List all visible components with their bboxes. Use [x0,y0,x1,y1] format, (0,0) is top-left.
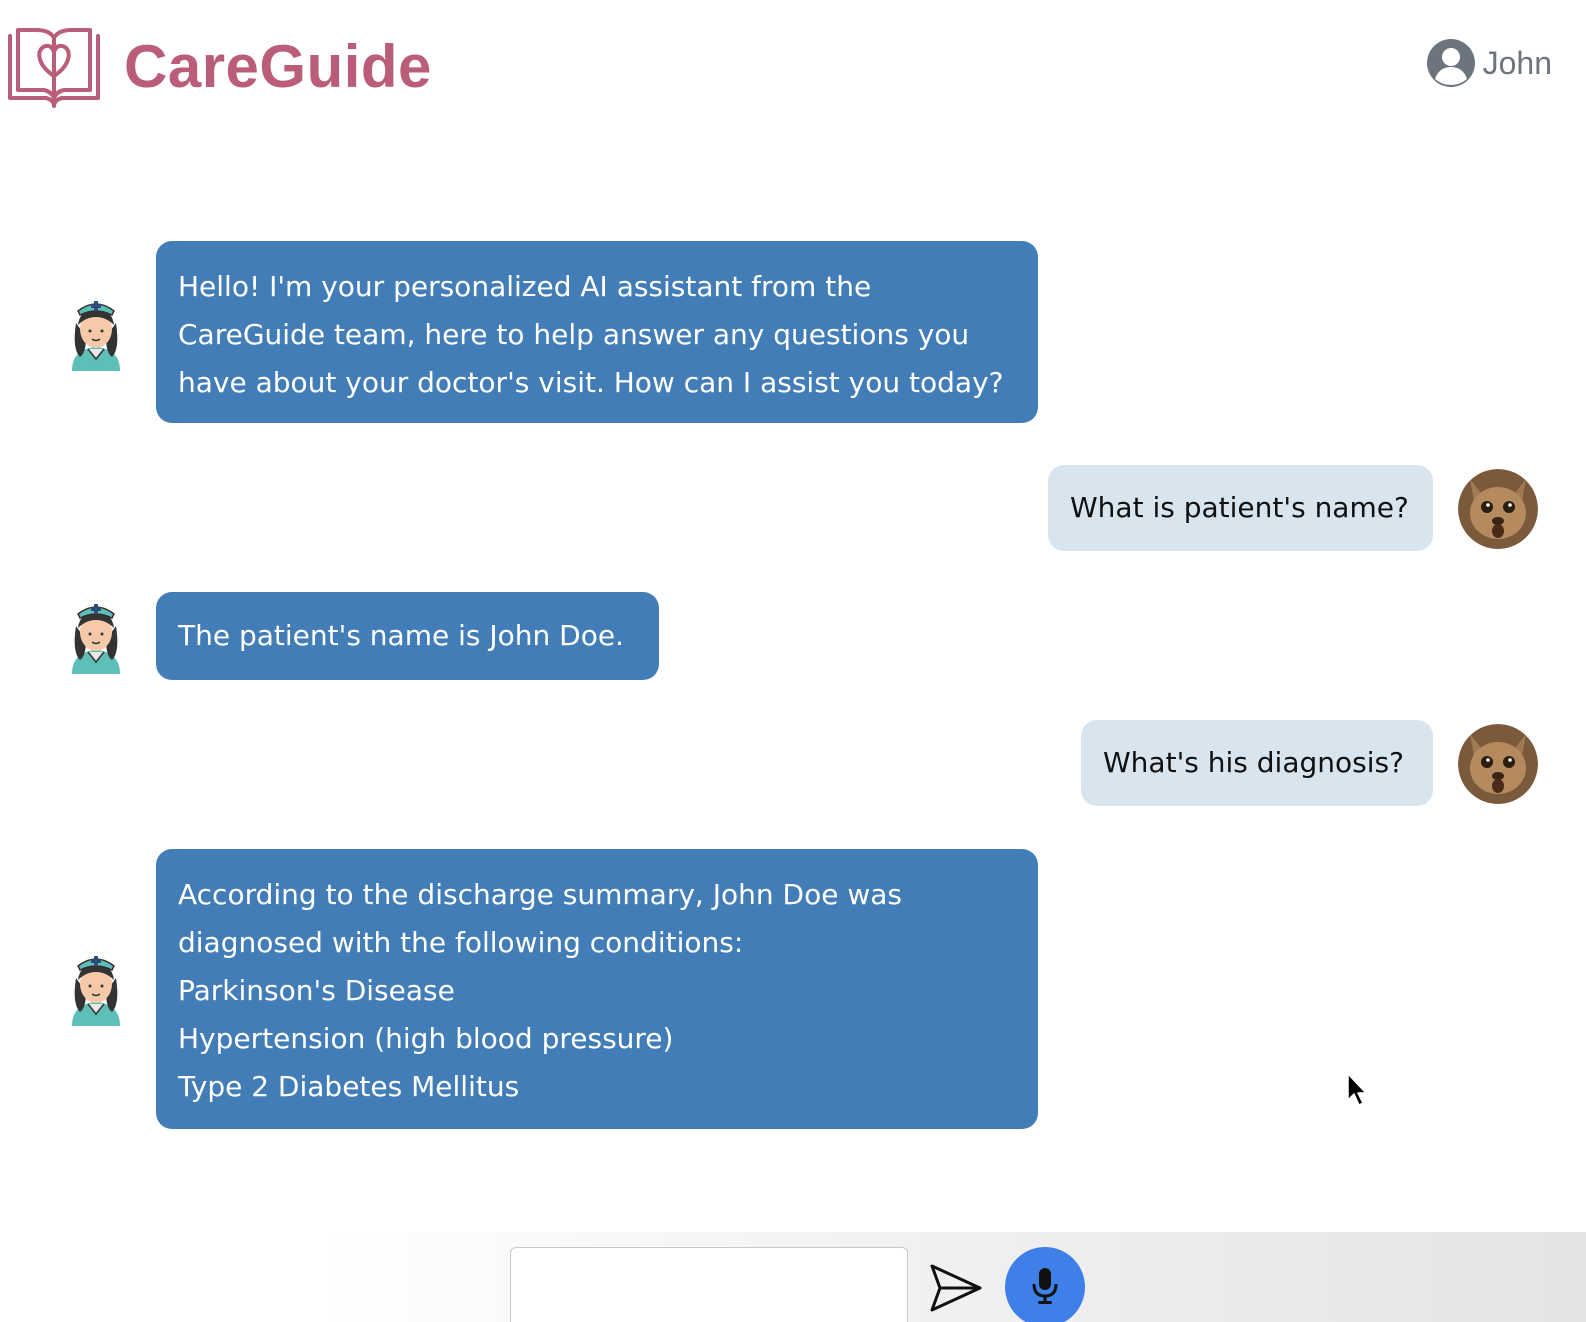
user-message: What is patient's name? [1048,465,1433,551]
message-line: CareGuide team, here to help answer any … [178,318,970,351]
message-input[interactable] [510,1247,908,1322]
message-line: Hypertension (high blood pressure) [178,1022,674,1055]
cat-avatar-icon [1458,724,1538,804]
message-line: According to the discharge summary, John… [178,878,902,911]
microphone-icon [1030,1266,1060,1309]
message-line: What is patient's name? [1070,491,1409,524]
nurse-avatar-icon [64,596,128,676]
nurse-avatar-icon [64,293,128,373]
microphone-button[interactable] [1005,1247,1085,1322]
user-message: What's his diagnosis? [1081,720,1433,806]
assistant-message: Hello! I'm your personalized AI assistan… [156,241,1038,423]
paper-plane-icon [928,1264,984,1319]
send-button[interactable] [928,1260,984,1316]
assistant-message: The patient's name is John Doe. [156,592,659,680]
chat-log: Hello! I'm your personalized AI assistan… [0,0,1586,1322]
message-line: Type 2 Diabetes Mellitus [178,1070,520,1103]
message-line: diagnosed with the following conditions: [178,926,744,959]
mouse-cursor-icon [1346,1072,1370,1108]
message-line: What's his diagnosis? [1103,746,1404,779]
cat-avatar-icon [1458,469,1538,549]
nurse-avatar-icon [64,948,128,1028]
assistant-message: According to the discharge summary, John… [156,849,1038,1129]
message-line: The patient's name is John Doe. [178,619,624,652]
message-line: Hello! I'm your personalized AI assistan… [178,270,872,303]
message-line: have about your doctor's visit. How can … [178,366,1004,399]
message-composer [0,1200,1586,1322]
message-line: Parkinson's Disease [178,974,455,1007]
